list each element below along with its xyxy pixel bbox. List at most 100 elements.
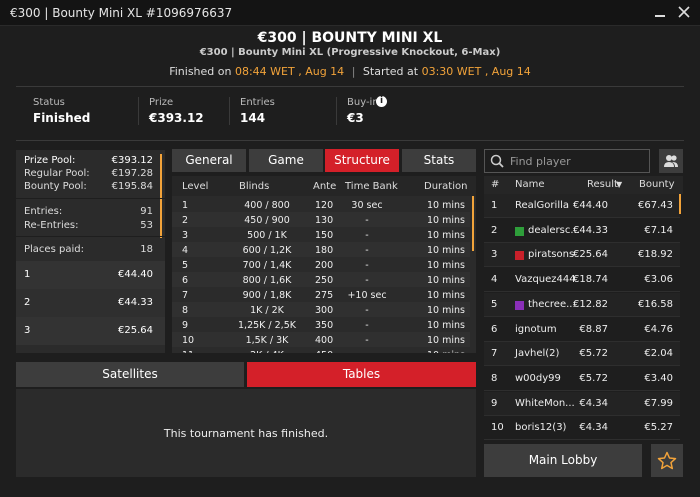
- player-flag-icon: [515, 300, 524, 310]
- prize-label: Prize: [149, 97, 174, 108]
- player-result: €5.72: [579, 372, 608, 384]
- structure-cell: 7: [182, 290, 189, 301]
- structure-cell: 1K / 2K: [250, 305, 284, 316]
- player-result: €5.72: [579, 348, 608, 360]
- scrollbar-thumb[interactable]: [472, 196, 474, 251]
- player-rank: 6: [491, 323, 498, 335]
- player-bounty: €7.14: [644, 224, 673, 236]
- tab-general[interactable]: General: [172, 149, 246, 172]
- finished-label: Finished on: [169, 65, 232, 78]
- structure-cell: 10 mins: [427, 275, 465, 286]
- structure-cell: -: [365, 335, 369, 346]
- tab-satellites[interactable]: Satellites: [16, 362, 244, 387]
- player-name: Javhel(2): [515, 348, 560, 360]
- status-label: Status: [33, 97, 65, 108]
- player-row[interactable]: 4 Vazquez444 €18.74 €3.06: [484, 268, 680, 293]
- structure-row: 3 500 / 1K 150 - 10 mins: [172, 227, 470, 242]
- player-name: thecree...: [528, 298, 576, 310]
- structure-cell: 700 / 1,4K: [242, 260, 292, 271]
- structure-cell: 400 / 800: [244, 200, 290, 211]
- finished-time: 08:44 WET , Aug 14: [234, 65, 345, 78]
- place-row: 3 €25.64: [16, 317, 165, 345]
- search-input[interactable]: Find player: [484, 149, 650, 173]
- structure-cell: 10 mins: [427, 200, 465, 211]
- structure-cell: 400: [315, 335, 334, 346]
- tournament-subtitle: €300 | Bounty Mini XL (Progressive Knock…: [199, 47, 501, 58]
- structure-cell: 10 mins: [427, 335, 465, 346]
- col-bounty[interactable]: Bounty: [639, 179, 675, 190]
- col-ante: Ante: [313, 181, 337, 192]
- player-row[interactable]: 6 ignotum €8.87 €4.76: [484, 318, 680, 342]
- player-row[interactable]: 3 piratsons €25.64 €18.92: [484, 243, 680, 268]
- structure-cell: 130: [315, 215, 334, 226]
- player-rank: 3: [491, 249, 498, 261]
- main-lobby-button[interactable]: Main Lobby: [484, 444, 642, 477]
- col-blinds: Blinds: [239, 181, 270, 192]
- player-row[interactable]: 9 WhiteMon... €4.34 €7.99: [484, 391, 680, 416]
- regular-pool-row: Regular Pool: €197.28: [24, 168, 153, 179]
- prize-pool-panel: Prize Pool: €393.12 Regular Pool: €197.28 …: [16, 150, 165, 353]
- structure-row: 7 900 / 1,8K 275 +10 sec 10 mins: [172, 287, 470, 302]
- structure-cell: 600 / 1,2K: [242, 245, 292, 256]
- users-button[interactable]: [659, 149, 683, 173]
- player-row[interactable]: 10 boris12(3) €4.34 €5.27: [484, 416, 680, 441]
- tab-stats[interactable]: Stats: [402, 149, 476, 172]
- sort-icon[interactable]: ▼: [616, 180, 622, 189]
- structure-cell: 450 / 900: [244, 215, 290, 226]
- tables-panel: This tournament has finished.: [16, 389, 476, 477]
- structure-cell: 10 mins: [427, 320, 465, 331]
- col-rank: #: [491, 179, 500, 190]
- structure-cell: -: [365, 275, 369, 286]
- info-icon[interactable]: i: [376, 96, 387, 107]
- player-rank: 4: [491, 274, 498, 286]
- close-icon[interactable]: [676, 4, 692, 20]
- finished-message: This tournament has finished.: [163, 427, 329, 440]
- player-row[interactable]: 1 RealGorilla €44.40 €67.43: [484, 194, 680, 218]
- structure-cell: 10 mins: [427, 305, 465, 316]
- favorite-button[interactable]: [651, 444, 683, 477]
- player-rank: 5: [491, 298, 498, 310]
- tab-structure[interactable]: Structure: [325, 149, 399, 172]
- structure-cell: 9: [182, 320, 189, 331]
- player-name: piratsons: [528, 249, 575, 261]
- player-rank: 8: [491, 372, 498, 384]
- structure-cell: 1: [182, 200, 189, 211]
- entries-label: Entries: [240, 97, 275, 108]
- structure-cell: 350: [315, 320, 334, 331]
- player-name: RealGorilla: [515, 200, 569, 211]
- player-name: boris12(3): [515, 422, 567, 434]
- started-label: Started at: [362, 65, 419, 78]
- structure-row: 1 400 / 800 120 30 sec 10 mins: [172, 197, 470, 212]
- col-name[interactable]: Name: [515, 179, 545, 190]
- player-result: €12.82: [573, 298, 608, 310]
- structure-row: 10 1,5K / 3K 400 - 10 mins: [172, 332, 470, 347]
- divider: [16, 198, 165, 199]
- buyin-value: €3: [347, 111, 364, 125]
- structure-cell: 10 mins: [427, 260, 465, 271]
- player-row[interactable]: 7 Javhel(2) €5.72 €2.04: [484, 342, 680, 367]
- player-bounty: €5.27: [644, 422, 673, 434]
- minimize-icon[interactable]: [653, 4, 667, 20]
- scrollbar-thumb[interactable]: [679, 194, 681, 214]
- structure-cell: -: [365, 320, 369, 331]
- tab-tables[interactable]: Tables: [247, 362, 476, 387]
- player-row[interactable]: 5 thecree... €12.82 €16.58: [484, 292, 680, 317]
- times-divider: |: [351, 65, 356, 78]
- structure-row: 8 1K / 2K 300 - 10 mins: [172, 302, 470, 317]
- structure-cell: 5: [182, 260, 189, 271]
- structure-row: 11 2K / 4K450- 10 mins: [172, 347, 470, 353]
- search-icon: [490, 154, 504, 171]
- structure-cell: -: [365, 215, 369, 226]
- player-row[interactable]: 8 w00dy99 €5.72 €3.40: [484, 367, 680, 391]
- structure-cell: 10: [182, 335, 195, 346]
- player-rank: 7: [491, 348, 498, 360]
- structure-row: 9 1,25K / 2,5K 350 - 10 mins: [172, 317, 470, 332]
- scrollbar-thumb[interactable]: [160, 154, 162, 238]
- structure-cell: 450: [315, 350, 333, 353]
- player-bounty: €18.92: [638, 249, 673, 261]
- place-row: 1 €44.40: [16, 261, 165, 289]
- col-result[interactable]: Result: [587, 179, 618, 190]
- player-row[interactable]: 2 dealersc... €44.33 €7.14: [484, 219, 680, 243]
- structure-table: Level Blinds Ante Time Bank Duration 1 40…: [172, 176, 476, 353]
- tab-game[interactable]: Game: [249, 149, 323, 172]
